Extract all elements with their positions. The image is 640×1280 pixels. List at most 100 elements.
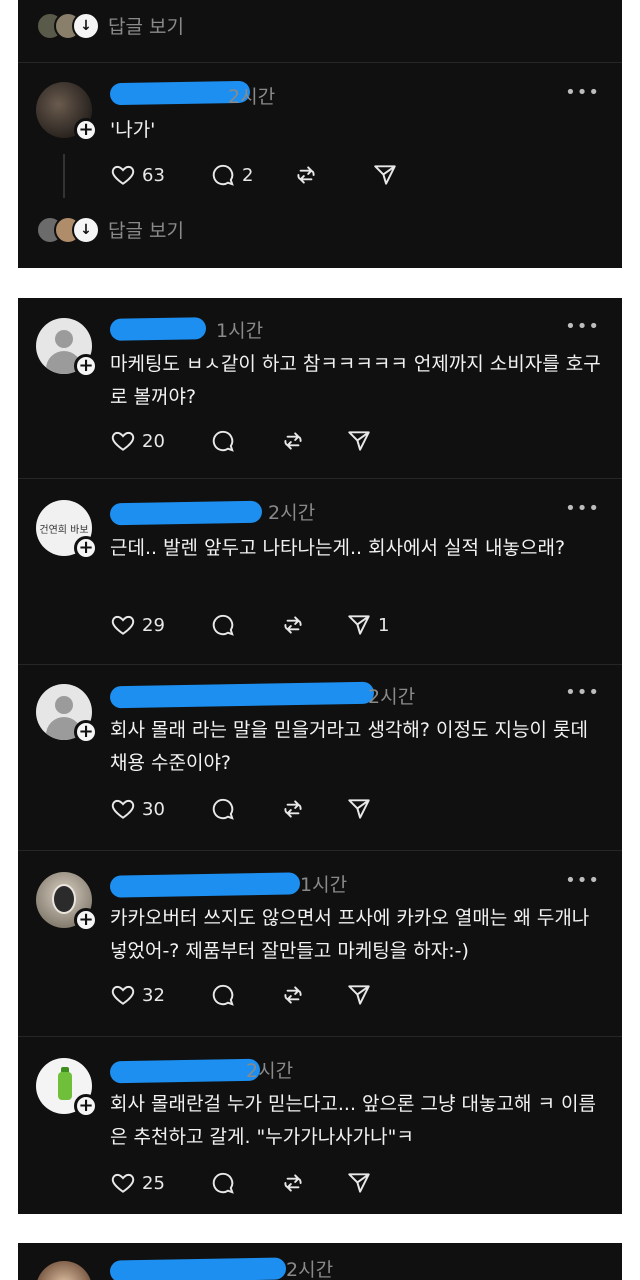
repost-icon <box>284 616 302 634</box>
reply-avatars: ↓ <box>36 12 100 40</box>
more-icon[interactable]: ••• <box>565 682 600 703</box>
view-replies-label: 답글 보기 <box>108 15 184 38</box>
repost-icon <box>284 432 302 450</box>
heart-icon <box>111 1173 135 1193</box>
plus-icon[interactable]: + <box>74 720 98 744</box>
share-button[interactable] <box>346 794 378 824</box>
avatar-text: 건연희 바보 <box>39 524 89 536</box>
share-button[interactable] <box>346 980 378 1010</box>
post-time: 1시간 <box>300 874 348 896</box>
reply-post: + 2시간 회사 몰래란걸 누가 믿는다고... 앞으론 그냥 대놓고해 ㅋ 이… <box>18 1036 622 1214</box>
repost-button[interactable] <box>280 426 306 456</box>
share-icon <box>348 985 370 1005</box>
repost-button[interactable] <box>280 794 306 824</box>
heart-icon <box>111 165 135 185</box>
redacted-username <box>109 1058 261 1084</box>
chevron-down-icon: ↓ <box>72 12 100 40</box>
repost-button[interactable] <box>293 160 319 190</box>
share-icon <box>348 431 370 451</box>
post-text: 회사 몰래란걸 누가 믿는다고... 앞으론 그냥 대놓고해 ㅋ 이름은 추천하… <box>110 1093 596 1148</box>
plus-icon[interactable]: + <box>74 354 98 378</box>
repost-icon <box>297 166 315 184</box>
like-button[interactable]: 29 <box>110 610 165 640</box>
redacted-username <box>109 681 375 709</box>
redacted-username <box>109 1257 287 1280</box>
post-text: 마케팅도 ㅂㅅ같이 하고 참ㅋㅋㅋㅋㅋ 언제까지 소비자를 호구로 볼꺼야? <box>110 353 601 408</box>
comment-icon <box>212 984 234 1006</box>
like-count: 32 <box>142 984 165 1006</box>
post-time: 2시간 <box>368 686 416 708</box>
comment-button[interactable] <box>210 426 236 456</box>
main-post: + 2시간 ••• '나가' 63 2 ↓ 답글 보기 <box>18 62 622 268</box>
heart-icon <box>111 615 135 635</box>
like-count: 30 <box>142 798 165 820</box>
more-icon[interactable]: ••• <box>565 316 600 337</box>
heart-icon <box>111 799 135 819</box>
post-time: 2시간 <box>268 502 316 524</box>
redacted-username <box>109 317 207 341</box>
share-button[interactable] <box>346 426 378 456</box>
post-time: 1시간 <box>216 320 264 342</box>
post-time: 2시간 <box>246 1060 294 1082</box>
repost-button[interactable] <box>280 610 306 640</box>
plus-icon[interactable]: + <box>74 118 98 142</box>
comment-icon <box>212 614 234 636</box>
heart-icon <box>111 431 135 451</box>
share-icon <box>374 165 396 185</box>
view-replies-top[interactable]: ↓ 답글 보기 <box>36 10 184 40</box>
view-replies-label: 답글 보기 <box>108 219 184 242</box>
redacted-username <box>109 500 263 526</box>
reply-post: + 1시간 ••• 마케팅도 ㅂㅅ같이 하고 참ㅋㅋㅋㅋㅋ 언제까지 소비자를 … <box>18 298 622 478</box>
post-text: 회사 몰래 라는 말을 믿을거라고 생각해? 이정도 지능이 롯데 채용 수준이… <box>110 719 588 774</box>
comment-icon <box>212 1172 234 1194</box>
share-button[interactable] <box>346 1168 378 1198</box>
more-icon[interactable]: ••• <box>565 870 600 891</box>
plus-icon[interactable]: + <box>74 1094 98 1118</box>
comment-button[interactable] <box>210 610 236 640</box>
next-post-panel: 2시간 <box>18 1243 622 1280</box>
chevron-down-icon: ↓ <box>72 216 100 244</box>
share-count: 1 <box>378 614 390 636</box>
thread-line <box>63 154 65 198</box>
more-icon[interactable]: ••• <box>565 498 600 519</box>
like-count: 25 <box>142 1172 165 1194</box>
comment-button[interactable] <box>210 980 236 1010</box>
post-text: '나가' <box>110 119 156 141</box>
share-icon <box>348 615 370 635</box>
reply-post: 건연희 바보 + 2시간 ••• 근데.. 발렌 앞두고 나타나는게.. 회사에… <box>18 478 622 664</box>
like-button[interactable]: 25 <box>110 1168 165 1198</box>
like-button[interactable]: 63 <box>110 160 165 190</box>
repost-icon <box>284 1174 302 1192</box>
share-icon <box>348 1173 370 1193</box>
comment-icon <box>212 798 234 820</box>
comment-icon <box>212 164 234 186</box>
redacted-username <box>109 872 301 898</box>
plus-icon[interactable]: + <box>74 536 98 560</box>
avatar[interactable] <box>36 1261 92 1280</box>
heart-icon <box>111 985 135 1005</box>
comment-button[interactable]: 2 <box>210 160 253 190</box>
share-button[interactable]: 1 <box>346 610 389 640</box>
post-time: 2시간 <box>286 1259 334 1280</box>
comment-button[interactable] <box>210 794 236 824</box>
comment-count: 2 <box>242 164 254 186</box>
like-count: 29 <box>142 614 165 636</box>
share-button[interactable] <box>372 160 398 190</box>
like-button[interactable]: 32 <box>110 980 165 1010</box>
repost-button[interactable] <box>280 1168 306 1198</box>
post-time: 2시간 <box>228 86 276 108</box>
comment-button[interactable] <box>210 1168 236 1198</box>
view-replies-bottom[interactable]: ↓ 답글 보기 <box>36 214 184 244</box>
reply-post: + 1시간 ••• 카카오버터 쓰지도 않으면서 프사에 카카오 열매는 왜 두… <box>18 850 622 1036</box>
share-icon <box>348 799 370 819</box>
like-count: 63 <box>142 164 165 186</box>
repost-icon <box>284 800 302 818</box>
repost-button[interactable] <box>280 980 306 1010</box>
like-button[interactable]: 20 <box>110 426 165 456</box>
comment-icon <box>212 430 234 452</box>
more-icon[interactable]: ••• <box>565 82 600 103</box>
plus-icon[interactable]: + <box>74 908 98 932</box>
reply-post: + 2시간 ••• 회사 몰래 라는 말을 믿을거라고 생각해? 이정도 지능이… <box>18 664 622 850</box>
like-button[interactable]: 30 <box>110 794 165 824</box>
post-text: 카카오버터 쓰지도 않으면서 프사에 카카오 열매는 왜 두개나 넣었어-? 제… <box>110 907 590 962</box>
